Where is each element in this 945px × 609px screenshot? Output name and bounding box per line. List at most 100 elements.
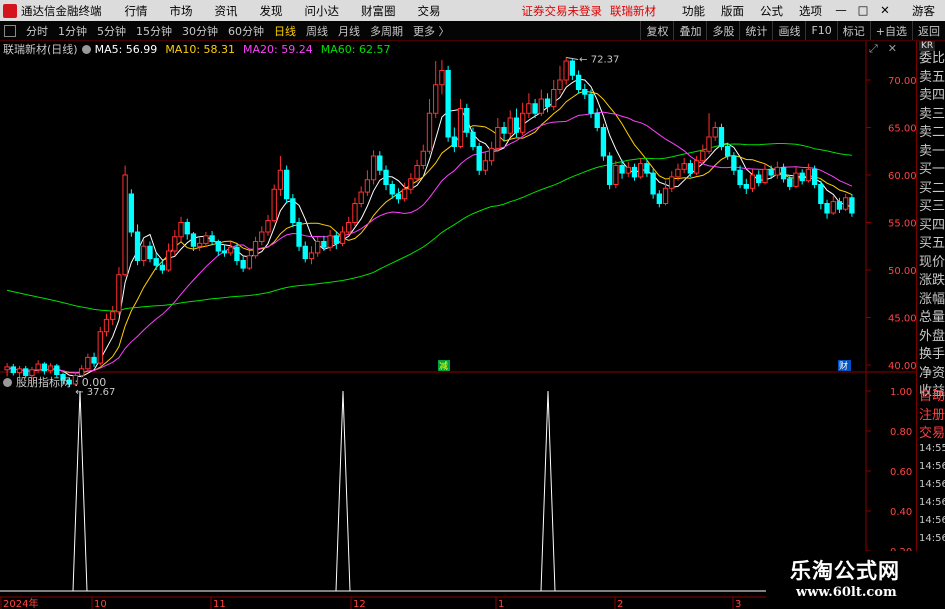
side-item: 涨跌 (919, 273, 945, 288)
candle-body (464, 108, 470, 133)
watermark: 乐淘公式网 www.60lt.com (766, 551, 945, 609)
candle-body (290, 198, 296, 223)
candle-body (128, 193, 135, 233)
price-tick-label: 50.00 (888, 266, 917, 277)
date-tick-label: 11 (213, 599, 226, 609)
candle-body (240, 260, 246, 269)
candle-body (457, 108, 464, 147)
candle-body (588, 93, 594, 114)
tick-time: 14:56 (919, 461, 945, 472)
candle-body (805, 168, 812, 182)
side-item: 外盘 (919, 328, 945, 344)
candle-body (16, 368, 23, 374)
candle-body (159, 264, 166, 271)
candle-body (352, 203, 358, 223)
candle-body (575, 74, 582, 90)
candle-body (520, 112, 526, 133)
candlestick-series (4, 57, 855, 388)
candle-body (190, 233, 197, 247)
candle-body (401, 188, 408, 200)
indicator-tick-label: 0.80 (890, 427, 912, 438)
kline-chart[interactable]: 70.00 65.00 60.00 55.00 50.00 45.00 40.00 1.00… (0, 0, 945, 609)
candle-body (302, 245, 308, 260)
candle-body (451, 136, 458, 147)
candle-body (743, 184, 749, 189)
price-tick-label: 55.00 (888, 219, 917, 230)
indicator-title: 股朋指标网 : 0.00 (3, 374, 106, 390)
candle-body (41, 363, 48, 372)
candle-body (308, 252, 315, 260)
candle-body (625, 166, 631, 174)
tick-time: 14:56 (919, 497, 945, 508)
candle-body (184, 222, 190, 235)
date-tick-label: 2 (617, 599, 623, 609)
candle-body (700, 150, 706, 162)
candle-body (221, 250, 228, 254)
side-item[interactable]: 自动 (919, 385, 945, 404)
candle-body (532, 103, 538, 114)
side-item[interactable]: 注册 (919, 404, 945, 423)
candle-body (675, 168, 681, 178)
candle-body (582, 89, 588, 95)
candle-body (650, 172, 656, 195)
side-item: 现价 (919, 254, 945, 270)
candle-body (315, 241, 321, 254)
candle-body (526, 103, 532, 114)
candle-body (687, 163, 694, 174)
indicator-title-label: 股朋指标网 : 0.00 (16, 376, 107, 389)
candle-body (85, 356, 91, 370)
indicator-axis: 1.000.800.600.400.20 (866, 387, 912, 558)
candle-body (47, 365, 54, 372)
candle-body (377, 155, 383, 171)
candle-body (445, 70, 451, 138)
candle-body (638, 163, 644, 178)
candle-body (644, 163, 650, 174)
side-item: 买四 (919, 217, 945, 233)
candle-body (731, 155, 737, 171)
candle-body (693, 160, 700, 174)
side-item: 买一 (919, 162, 945, 177)
candle-body (495, 127, 501, 149)
candle-body (557, 79, 563, 90)
side-item: 买五 (919, 236, 945, 251)
side-item: 涨幅 (919, 291, 945, 307)
candle-body (414, 165, 420, 180)
candle-body (613, 165, 619, 185)
event-marker-reduce: 减 (439, 360, 448, 372)
candle-body (538, 98, 544, 114)
watermark-title: 乐淘公式网 (790, 559, 900, 583)
candle-body (4, 366, 10, 371)
high-price-label: ← 72.37 (579, 54, 619, 65)
candle-body (370, 155, 377, 181)
candle-body (756, 174, 762, 184)
candle-body (122, 174, 128, 276)
candle-body (836, 201, 843, 210)
price-axis: 70.00 65.00 60.00 55.00 50.00 45.00 40.00 (866, 76, 917, 372)
indicator-settings-icon[interactable] (3, 377, 12, 387)
candle-body (389, 184, 395, 195)
candle-body (724, 146, 731, 157)
candle-body (234, 246, 240, 261)
candle-body (619, 165, 625, 174)
date-tick-label: 10 (94, 599, 107, 609)
candle-body (346, 222, 352, 233)
candle-body (712, 127, 718, 138)
candle-body (780, 166, 787, 180)
side-item[interactable]: 交易 (919, 422, 945, 441)
candle-body (395, 193, 402, 200)
side-item: 买二 (919, 180, 945, 196)
candle-body (358, 191, 364, 205)
candle-body (681, 163, 687, 170)
candle-body (507, 117, 513, 134)
candle-body (787, 178, 793, 187)
candle-body (793, 172, 799, 187)
candle-body (259, 231, 265, 242)
candle-body (501, 127, 507, 134)
candle-body (209, 235, 215, 243)
tick-time: 14:56 (919, 515, 945, 526)
candle-body (843, 197, 849, 210)
candle-body (818, 184, 824, 204)
candle-body (91, 356, 97, 364)
candle-body (134, 231, 141, 261)
candle-body (246, 255, 253, 269)
